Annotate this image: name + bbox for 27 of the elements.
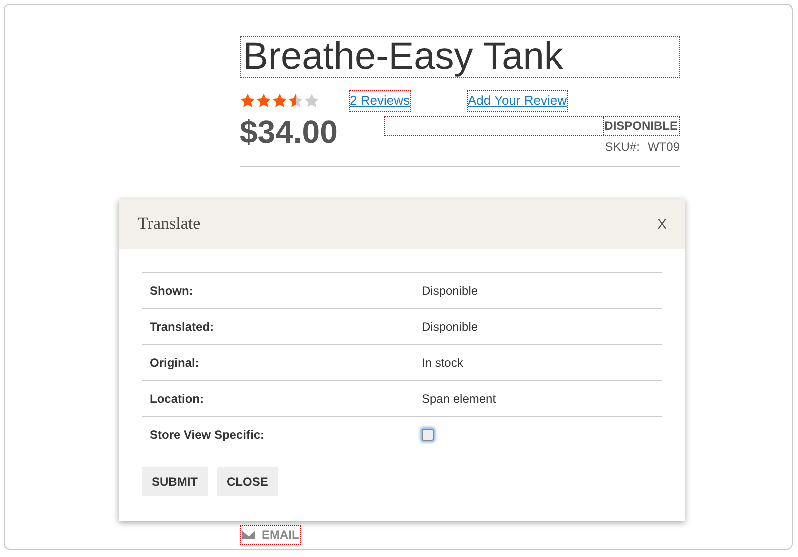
dialog-close-x[interactable]: X [656,214,669,234]
field-value: Disponible [422,318,478,336]
dialog-action-button[interactable]: SUBMIT [142,467,208,496]
envelope-icon [242,530,256,540]
dialog-title: Translate [138,213,201,236]
field-label: Original: [149,354,200,372]
product-title: Breathe-Easy Tank [240,36,680,78]
field-value: Disponible [422,282,478,300]
star-icon [256,93,272,109]
dialog-action-button[interactable]: CLOSE [217,467,278,496]
star-icon [272,93,288,109]
sku-label: SKU#: [605,139,640,156]
field-value: In stock [422,354,464,372]
field-label: Store View Specific: [149,427,266,444]
checkbox[interactable] [422,429,434,441]
add-review-link[interactable]: Add Your Review [466,90,568,112]
star-icon [288,93,304,109]
star-icon [304,93,320,109]
sku-value: WT09 [648,139,680,156]
field-value: Span element [422,390,496,408]
star-icon [240,93,256,109]
stock-status: DISPONIBLE [602,117,679,135]
product-price: $34.00 [240,113,338,152]
field-label: Translated: [149,318,216,336]
reviews-link[interactable]: 2 Reviews [349,90,411,112]
field-label: Shown: [149,282,194,300]
field-label: Location: [149,390,205,408]
